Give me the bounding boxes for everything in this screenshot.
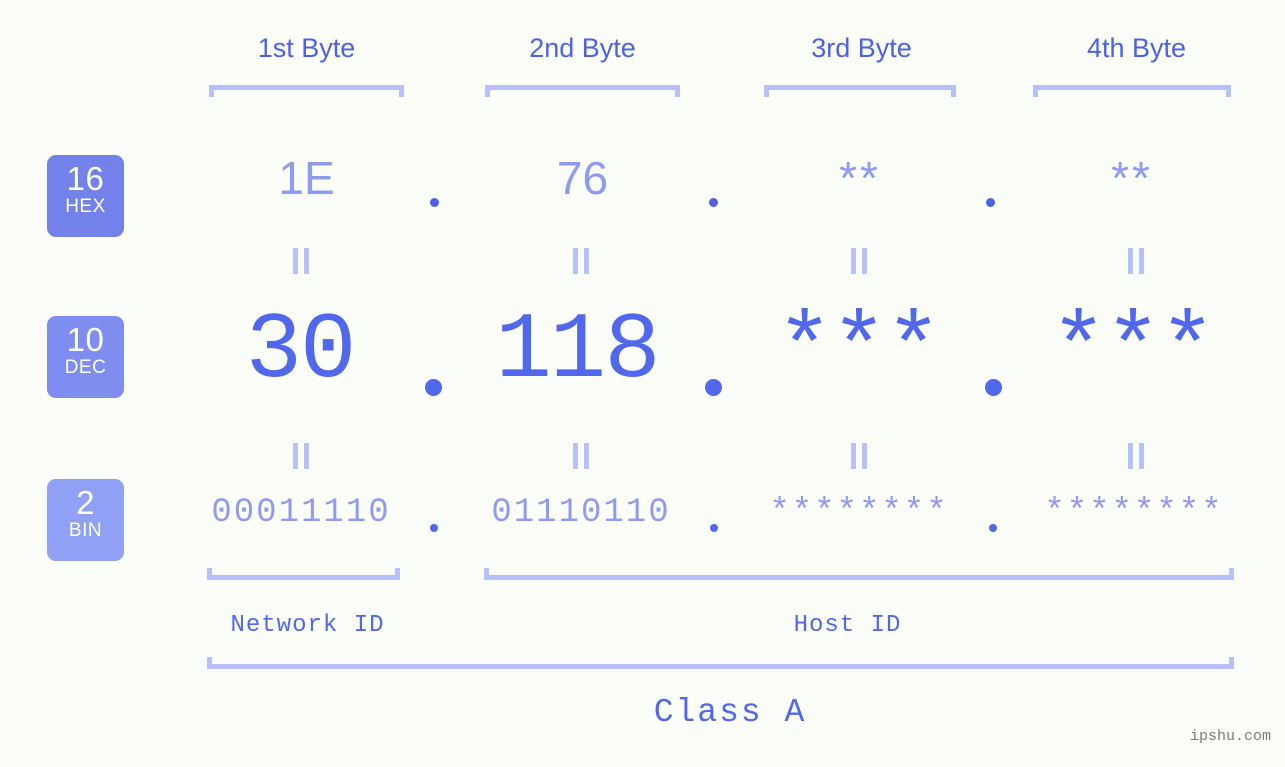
byte-header-3: 3rd Byte [811,33,912,63]
equality-mark-byte-4 [1128,248,1144,274]
base-badge-bin: 2 BIN [47,479,124,561]
equality-mark-byte-2 [573,248,589,274]
bin-byte-4-value: ******** [1044,494,1224,532]
class-label: Class A [653,694,807,731]
hex-byte-1-value: 1E [278,152,335,204]
hex-byte-4-value: ** [1111,152,1153,204]
base-badge-bin-name: BIN [68,520,103,541]
site-watermark: ipshu.com [1189,728,1271,745]
bracket-top-byte-2 [485,85,680,97]
equality-mark-byte-1-lower [293,443,309,469]
base-badge-hex-name: HEX [65,196,106,217]
base-badge-bin-number: 2 [76,484,95,521]
equality-mark-byte-2-lower [573,443,589,469]
network-id-label: Network ID [230,612,385,639]
bin-byte-2-value: 01110110 [491,494,671,532]
dec-byte-2-value: 118 [495,299,660,405]
hex-separator-dot-3 [986,198,995,207]
hex-separator-dot-1 [430,198,439,207]
byte-header-4: 4th Byte [1086,33,1187,63]
bin-byte-1-value: 00011110 [211,494,391,532]
bin-byte-3-value: ******** [769,494,949,532]
dec-byte-1-value: 30 [245,299,357,405]
dec-byte-3-value: *** [776,299,941,405]
dec-separator-dot-3 [985,379,1002,396]
base-badge-dec-number: 10 [66,321,105,358]
equality-mark-byte-3 [851,248,867,274]
bracket-host-id [484,568,1234,580]
bracket-top-byte-4 [1033,85,1231,97]
base-badge-dec-name: DEC [64,357,107,378]
bin-separator-dot-1 [430,524,438,532]
byte-header-1: 1st Byte [257,33,356,63]
base-badge-hex: 16 HEX [47,155,124,237]
bin-separator-dot-2 [710,524,718,532]
bin-separator-dot-3 [989,524,997,532]
ip-breakdown-diagram: 1st Byte 2nd Byte 3rd Byte 4th Byte 16 H… [0,0,1285,767]
hex-separator-dot-2 [709,198,718,207]
bracket-class [207,657,1234,669]
bracket-network-id [207,568,400,580]
byte-header-2: 2nd Byte [529,33,636,63]
dec-separator-dot-1 [425,379,442,396]
equality-mark-byte-4-lower [1128,443,1144,469]
equality-mark-byte-3-lower [851,443,867,469]
hex-byte-3-value: ** [839,152,881,204]
bracket-top-byte-1 [209,85,404,97]
base-badge-dec: 10 DEC [47,316,124,398]
dec-separator-dot-2 [705,379,722,396]
bracket-top-byte-3 [764,85,956,97]
hex-byte-2-value: 76 [556,152,609,204]
base-badge-hex-number: 16 [66,160,105,197]
dec-byte-4-value: *** [1050,299,1215,405]
host-id-label: Host ID [793,612,902,639]
equality-mark-byte-1 [293,248,309,274]
